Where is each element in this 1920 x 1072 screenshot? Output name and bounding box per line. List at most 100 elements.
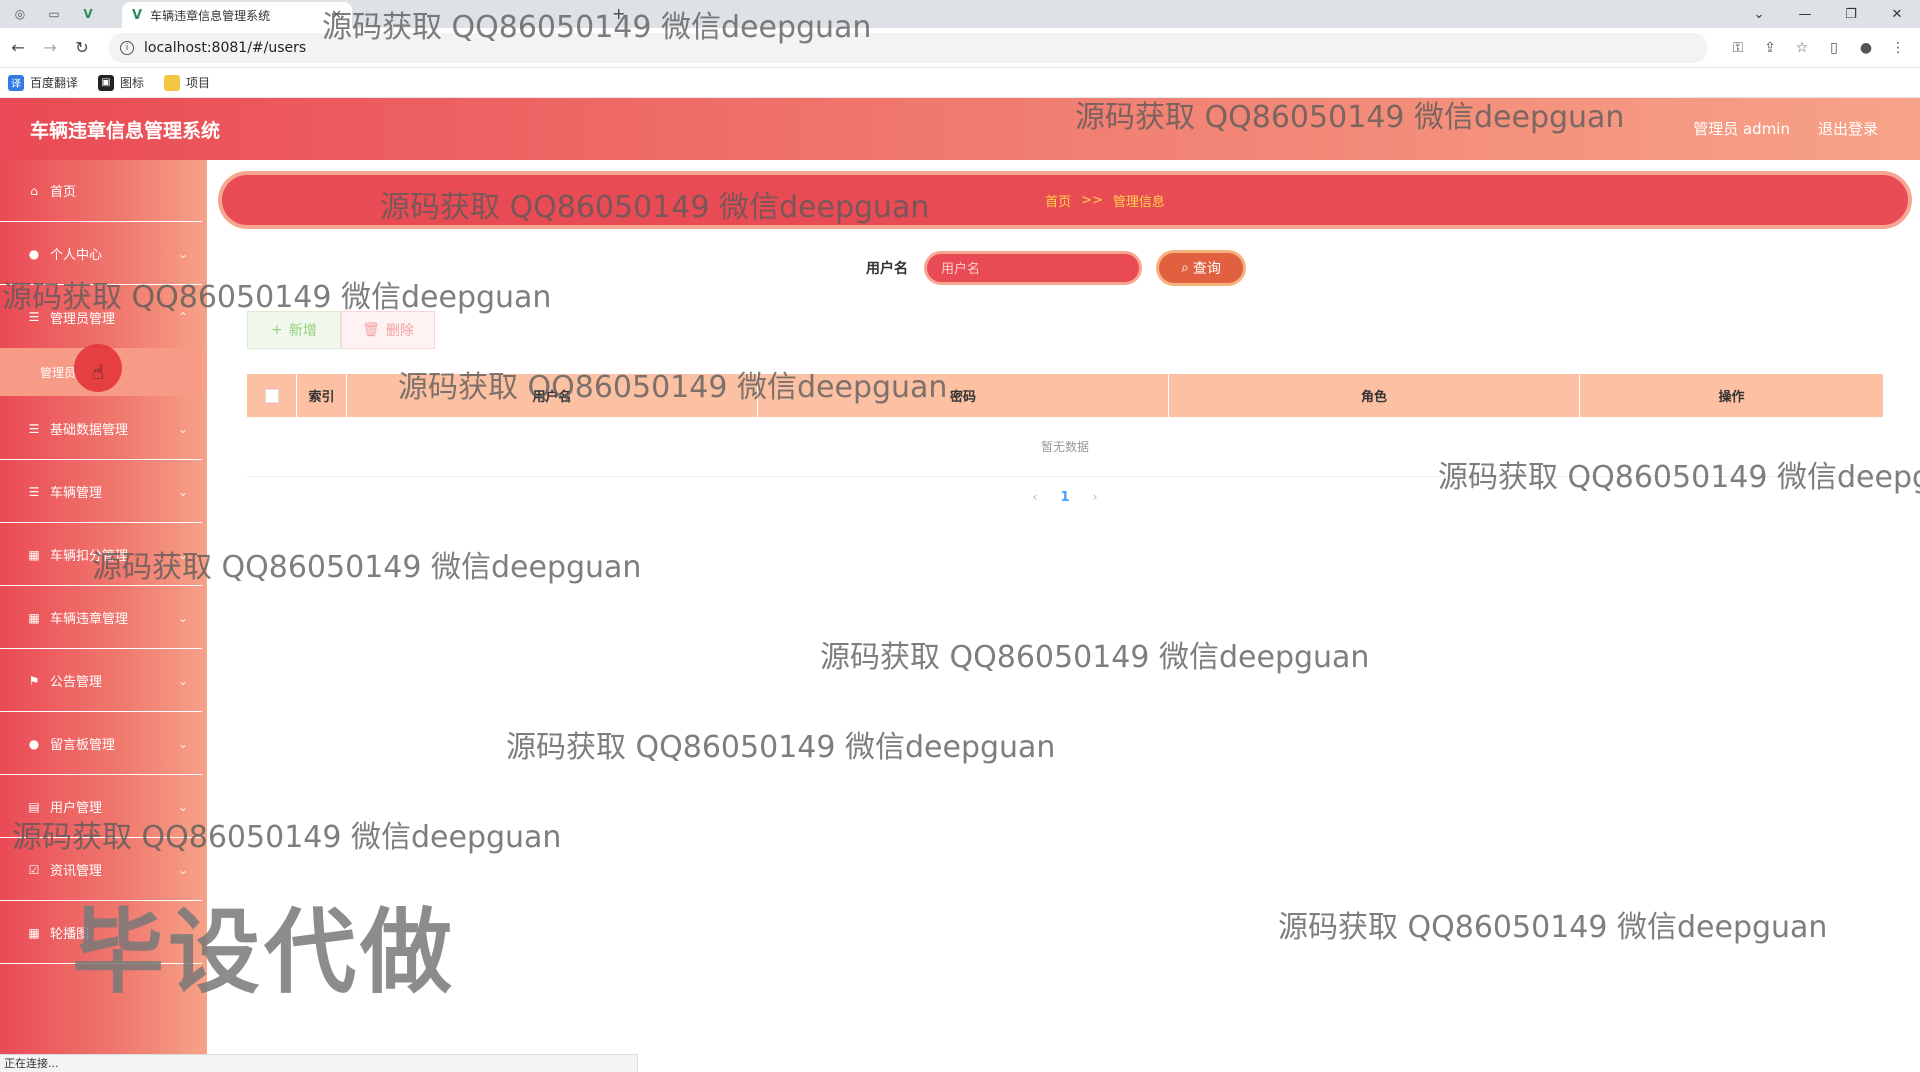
delete-button-label: 删除	[385, 323, 414, 339]
chevron-down-icon: ⌄	[177, 547, 188, 562]
current-user-label: 管理员 admin	[1693, 120, 1790, 138]
page-number[interactable]: 1	[1050, 490, 1080, 505]
sidebar-item-vehicle-points[interactable]: ▦ 车辆扣分管理 ⌄	[0, 524, 202, 586]
grid-icon: ▦	[28, 547, 40, 562]
browser-tab-pinned-1[interactable]: ◎	[6, 3, 34, 25]
prev-page-icon[interactable]: ‹	[1020, 490, 1050, 505]
url-text: localhost:8081/#/users	[144, 39, 307, 56]
search-form: 用户名 ⌕ 查询	[866, 248, 1246, 288]
chevron-down-icon[interactable]: ⌄	[1736, 0, 1782, 28]
table-toolbar: + 新增 🗑 删除	[247, 311, 435, 349]
clipboard-icon: ▤	[28, 799, 40, 814]
bookmarks-bar: 译 百度翻译 ▣ 图标 项目	[0, 68, 1920, 98]
sidebar-item-label: 基础数据管理	[50, 423, 129, 438]
sidebar-item-label: 个人中心	[50, 248, 103, 263]
sidebar-item-user-management[interactable]: ▤ 用户管理 ⌄	[0, 776, 202, 838]
username-search-input[interactable]	[924, 251, 1142, 285]
delete-button[interactable]: 🗑 删除	[341, 311, 435, 349]
sidebar-item-announcement[interactable]: ⚑ 公告管理 ⌄	[0, 650, 202, 712]
column-header-password: 密码	[758, 374, 1169, 417]
url-field[interactable]: i localhost:8081/#/users	[108, 32, 1708, 63]
browser-tab-pinned-3[interactable]: V	[74, 3, 102, 25]
sidebar-item-news[interactable]: ☑ 资讯管理 ⌄	[0, 839, 202, 901]
chevron-down-icon: ⌄	[177, 484, 188, 499]
chevron-down-icon: ⌄	[177, 925, 188, 940]
minimize-icon[interactable]: —	[1782, 0, 1828, 28]
chevron-down-icon: ⌄	[177, 421, 188, 436]
bookmark-icons[interactable]: ▣ 图标	[98, 74, 144, 91]
pagination: ‹ 1 ›	[1020, 490, 1110, 505]
vue-icon: V	[132, 7, 143, 23]
page-icon: ▭	[48, 7, 60, 21]
new-tab-icon[interactable]: +	[612, 4, 625, 23]
browser-status-bar: 正在连接...	[0, 1054, 638, 1072]
forward-arrow-icon[interactable]: →	[36, 34, 64, 62]
back-arrow-icon[interactable]: ←	[4, 34, 32, 62]
profile-icon[interactable]: ●	[1850, 34, 1882, 62]
breadcrumb: 首页 >> 管理信息	[222, 175, 1908, 225]
browser-tab-active[interactable]: V 车辆违章信息管理系统 ✕	[122, 2, 352, 28]
app-header: 车辆违章信息管理系统 管理员 admin 退出登录	[0, 98, 1920, 160]
chevron-down-icon: ⌄	[177, 862, 188, 877]
sidebar-item-admin-management[interactable]: ☰ 管理员管理 ⌃	[0, 286, 202, 348]
logout-link[interactable]: 退出登录	[1818, 118, 1878, 139]
search-button-label: 查询	[1192, 261, 1221, 277]
column-header-index: 索引	[297, 374, 347, 417]
add-button-label: 新增	[288, 323, 317, 339]
home-icon: ⌂	[30, 183, 38, 198]
bookmark-baidu-translate[interactable]: 译 百度翻译	[8, 74, 78, 91]
share-icon[interactable]: ⇪	[1754, 34, 1786, 62]
column-header-username: 用户名	[347, 374, 758, 417]
chevron-down-icon: ⌄	[177, 246, 188, 261]
sidebar-item-home[interactable]: ⌂ 首页	[0, 160, 202, 222]
watermark-text: 源码获取 QQ86050149 微信deepguan	[820, 640, 1370, 675]
search-label: 用户名	[866, 261, 908, 277]
browser-address-bar: ← → ↻ i localhost:8081/#/users ⚿ ⇪ ☆ ▯ ●…	[0, 28, 1920, 68]
vue-icon: V	[83, 7, 93, 21]
sidebar-item-personal-center[interactable]: ● 个人中心 ⌄	[0, 223, 202, 285]
restore-icon[interactable]: ❐	[1828, 0, 1874, 28]
folder-icon	[164, 74, 181, 91]
sidebar-item-basic-data[interactable]: ☰ 基础数据管理 ⌄	[0, 398, 202, 460]
bookmark-label: 图标	[120, 76, 145, 90]
close-icon[interactable]: ✕	[331, 8, 342, 23]
sidebar-item-message-board[interactable]: ● 留言板管理 ⌄	[0, 713, 202, 775]
select-all-cell	[247, 374, 297, 417]
watermark-text: 源码获取 QQ86050149 微信deepguan	[1278, 910, 1828, 945]
list-icon: ☰	[28, 484, 40, 499]
reload-icon[interactable]: ↻	[68, 34, 96, 62]
select-all-checkbox[interactable]	[264, 388, 279, 403]
sidebar-item-carousel[interactable]: ▦ 轮播图 ⌄	[0, 902, 202, 964]
sidebar-item-label: 资讯管理	[50, 864, 103, 879]
list-icon: ☰	[28, 421, 40, 436]
search-button[interactable]: ⌕ 查询	[1156, 250, 1246, 286]
key-icon[interactable]: ⚿	[1722, 34, 1754, 62]
bookmark-project[interactable]: 项目	[164, 74, 210, 91]
sidebar-item-label: 管理员管理	[50, 311, 116, 327]
star-icon[interactable]: ☆	[1786, 34, 1818, 62]
plus-icon: +	[271, 322, 283, 338]
image-icon: ▣	[98, 74, 115, 91]
globe-icon: ◎	[14, 7, 26, 21]
window-controls: ⌄ — ❐ ✕	[1736, 0, 1920, 28]
info-icon[interactable]: i	[120, 40, 134, 55]
sidepanel-icon[interactable]: ▯	[1818, 34, 1850, 62]
next-page-icon[interactable]: ›	[1080, 490, 1110, 505]
browser-tab-pinned-2[interactable]: ▭	[40, 3, 68, 25]
sidebar-item-label: 首页	[50, 185, 77, 200]
sidebar-item-vehicle-violation[interactable]: ▦ 车辆违章管理 ⌄	[0, 587, 202, 649]
add-button[interactable]: + 新增	[247, 311, 341, 349]
chevron-up-icon: ⌃	[177, 310, 188, 324]
sidebar-item-label: 公告管理	[50, 675, 103, 690]
grid-icon: ▦	[28, 925, 40, 940]
person-icon: ●	[28, 736, 40, 751]
browser-tab-bar: ◎ ▭ V V 车辆违章信息管理系统 ✕ + ⌄ — ❐ ✕	[0, 0, 1920, 28]
column-header-actions: 操作	[1718, 390, 1745, 405]
more-menu-icon[interactable]: ⋮	[1882, 34, 1914, 62]
chevron-down-icon: ⌄	[177, 673, 188, 688]
sidebar-item-vehicle[interactable]: ☰ 车辆管理 ⌄	[0, 461, 202, 523]
column-header-role: 角色	[1169, 374, 1580, 417]
breadcrumb-home[interactable]: 首页	[1045, 191, 1071, 210]
bookmark-label: 项目	[186, 76, 211, 90]
close-window-icon[interactable]: ✕	[1874, 0, 1920, 28]
